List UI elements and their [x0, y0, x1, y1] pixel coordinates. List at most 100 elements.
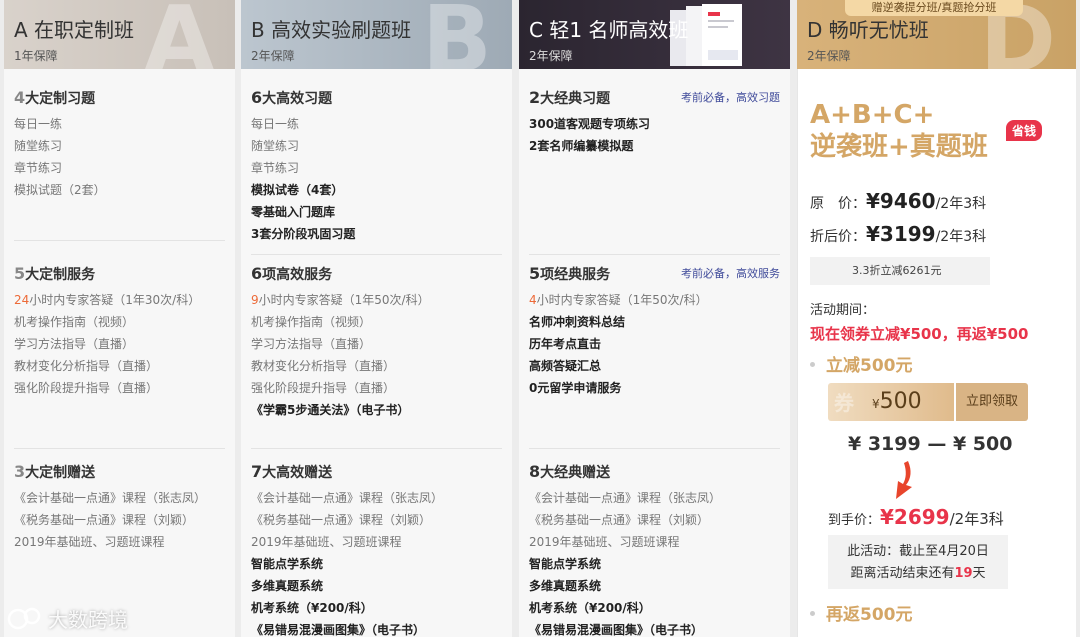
- package-column-a: A A 在职定制班 1年保障 4大定制习题 每日一练 随堂练习 章节练习 模拟试…: [4, 0, 235, 637]
- list-item: 0元留学申请服务: [529, 381, 622, 395]
- list-item: 《税务基础一点通》课程（刘颖）: [251, 513, 432, 527]
- list-item: 智能点学系统: [529, 557, 602, 571]
- coupon-watermark: 券: [834, 391, 854, 415]
- price-calculation: ¥ 3199 — ¥ 500: [848, 433, 1013, 455]
- package-title-b: B 高效实验刷题班: [251, 18, 412, 42]
- section-tagline: 考前必备，高效服务: [681, 267, 780, 280]
- package-column-c: C 轻1 名师高效班 2年保障 2大经典习题 考前必备，高效习题 300道客观题专…: [519, 0, 790, 637]
- activity-slogan: 现在领券立减¥500，再返¥500: [810, 325, 1029, 343]
- list-item: 随堂练习: [251, 139, 300, 153]
- list-item: 学习方法指导（直播）: [14, 337, 135, 351]
- watermark: 大数跨境: [6, 604, 128, 633]
- section-title: 2大经典习题: [529, 88, 611, 107]
- list-item: 零基础入门题库: [251, 205, 336, 219]
- section-title: 8大经典赠送: [529, 462, 611, 481]
- section-title: 6项高效服务: [251, 264, 333, 283]
- package-title-d: D 畅听无忧班: [807, 18, 929, 42]
- list-item: 《税务基础一点通》课程（刘颖）: [529, 513, 710, 527]
- discount-note: 3.3折立减6261元: [810, 257, 990, 285]
- section-tagline: 考前必备，高效习题: [681, 91, 780, 104]
- bullet-dot: [810, 611, 815, 616]
- section-title: 5大定制服务: [14, 264, 96, 283]
- bonus-tag: 赠逆袭提分班/真题抢分班: [845, 0, 1023, 16]
- section-exercises-c: 2大经典习题 考前必备，高效习题 300道客观题专项练习 2套名师编纂模拟题: [519, 87, 790, 157]
- list-item: 机考系统（¥200/科）: [529, 601, 651, 615]
- list-item: 智能点学系统: [251, 557, 324, 571]
- list-item: 每日一练: [14, 117, 63, 131]
- arrow-down-icon: [896, 461, 912, 499]
- list-item: 强化阶段提升指导（直播）: [14, 381, 159, 395]
- list-item: 3套分阶段巩固习题: [251, 227, 356, 241]
- final-price: 到手价：¥2699/2年3科: [828, 505, 1004, 529]
- list-item: 24小时内专家答疑（1年30次/科）: [14, 293, 201, 307]
- section-title: 3大定制赠送: [14, 462, 96, 481]
- divider: [529, 254, 780, 255]
- package-guarantee-c: 2年保障: [529, 49, 573, 63]
- original-price: 原 价：¥9460/2年3科: [810, 189, 987, 213]
- list-item: 2套名师编纂模拟题: [529, 139, 634, 153]
- list-item: 《会计基础一点通》课程（张志凤）: [529, 491, 722, 505]
- save-badge: 省钱: [1006, 120, 1043, 141]
- list-item: 《易错易混漫画图集》（电子书）: [251, 623, 426, 637]
- package-guarantee-a: 1年保障: [14, 49, 58, 63]
- list-item: 强化阶段提升指导（直播）: [251, 381, 396, 395]
- section-exercises-b: 6大高效习题 每日一练 随堂练习 章节练习 模拟试卷（4套） 零基础入门题库 3…: [241, 87, 512, 245]
- section-gifts-c: 8大经典赠送 《会计基础一点通》课程（张志凤） 《税务基础一点通》课程（刘颖） …: [519, 461, 790, 637]
- list-item: 历年考点直击: [529, 337, 602, 351]
- section-gifts-b: 7大高效赠送 《会计基础一点通》课程（张志凤） 《税务基础一点通》课程（刘颖） …: [241, 461, 512, 637]
- list-item: 章节练习: [14, 161, 63, 175]
- rebate-title: 再返500元: [826, 605, 913, 625]
- divider: [14, 448, 225, 449]
- divider: [251, 448, 502, 449]
- activity-period-label: 活动期间：: [810, 303, 876, 318]
- list-item: 《会计基础一点通》课程（张志凤）: [14, 491, 207, 505]
- list-item: 2019年基础班、习题班课程: [529, 535, 680, 549]
- package-title-c: C 轻1 名师高效班: [529, 18, 689, 42]
- list-item: 模拟试题（2套）: [14, 183, 106, 197]
- section-title: 7大高效赠送: [251, 462, 333, 481]
- promo-panel: A+B+C+ 逆袭班+真题班 省钱 原 价：¥9460/2年3科 折后价：¥31…: [797, 69, 1076, 637]
- list-item: 教材变化分析指导（直播）: [14, 359, 159, 373]
- list-item: 多维真题系统: [529, 579, 602, 593]
- section-title: 4大定制习题: [14, 88, 96, 107]
- section-gifts-a: 3大定制赠送 《会计基础一点通》课程（张志凤） 《税务基础一点通》课程（刘颖） …: [4, 461, 235, 553]
- list-item: 模拟试卷（4套）: [251, 183, 344, 197]
- list-item: 4小时内专家答疑（1年50次/科）: [529, 293, 708, 307]
- claim-coupon-button[interactable]: 立即领取: [956, 383, 1028, 421]
- promo-title: A+B+C+ 逆袭班+真题班: [810, 100, 988, 162]
- list-item: 多维真题系统: [251, 579, 324, 593]
- list-item: 300道客观题专项练习: [529, 117, 651, 131]
- divider: [14, 240, 225, 241]
- section-title: 5项经典服务: [529, 264, 611, 283]
- section-title: 6大高效习题: [251, 88, 333, 107]
- package-guarantee-b: 2年保障: [251, 49, 295, 63]
- package-title-a: A 在职定制班: [14, 18, 135, 42]
- coupon-value: ¥500: [872, 389, 922, 414]
- package-header-b[interactable]: B B 高效实验刷题班 2年保障: [241, 0, 512, 69]
- list-item: 随堂练习: [14, 139, 63, 153]
- list-item: 章节练习: [251, 161, 300, 175]
- divider: [529, 448, 780, 449]
- list-item: 《学霸5步通关法》（电子书）: [251, 403, 410, 417]
- coupon-card[interactable]: 券 ¥500: [828, 383, 954, 421]
- package-column-d: 赠逆袭提分班/真题抢分班 D D 畅听无忧班 2年保障 A+B+C+ 逆袭班+真…: [797, 0, 1076, 637]
- section-exercises-a: 4大定制习题 每日一练 随堂练习 章节练习 模拟试题（2套）: [4, 87, 235, 201]
- discount-price: 折后价：¥3199/2年3科: [810, 222, 987, 246]
- divider: [251, 254, 502, 255]
- package-guarantee-d: 2年保障: [807, 49, 851, 63]
- list-item: 高频答疑汇总: [529, 359, 602, 373]
- list-item: 学习方法指导（直播）: [251, 337, 372, 351]
- package-header-c[interactable]: C 轻1 名师高效班 2年保障: [519, 0, 790, 69]
- list-item: 机考操作指南（视频）: [14, 315, 135, 329]
- section-services-b: 6项高效服务 9小时内专家答疑（1年50次/科） 机考操作指南（视频） 学习方法…: [241, 263, 512, 421]
- package-header-d[interactable]: 赠逆袭提分班/真题抢分班 D D 畅听无忧班 2年保障: [797, 0, 1076, 69]
- section-services-a: 5大定制服务 24小时内专家答疑（1年30次/科） 机考操作指南（视频） 学习方…: [4, 263, 235, 399]
- list-item: 名师冲刺资料总结: [529, 315, 626, 329]
- list-item: 9小时内专家答疑（1年50次/科）: [251, 293, 430, 307]
- package-header-a[interactable]: A A 在职定制班 1年保障: [4, 0, 235, 69]
- list-item: 2019年基础班、习题班课程: [14, 535, 165, 549]
- instant-discount-title: 立减500元: [826, 356, 913, 376]
- list-item: 教材变化分析指导（直播）: [251, 359, 396, 373]
- list-item: 《易错易混漫画图集》（电子书）: [529, 623, 704, 637]
- list-item: 《税务基础一点通》课程（刘颖）: [14, 513, 195, 527]
